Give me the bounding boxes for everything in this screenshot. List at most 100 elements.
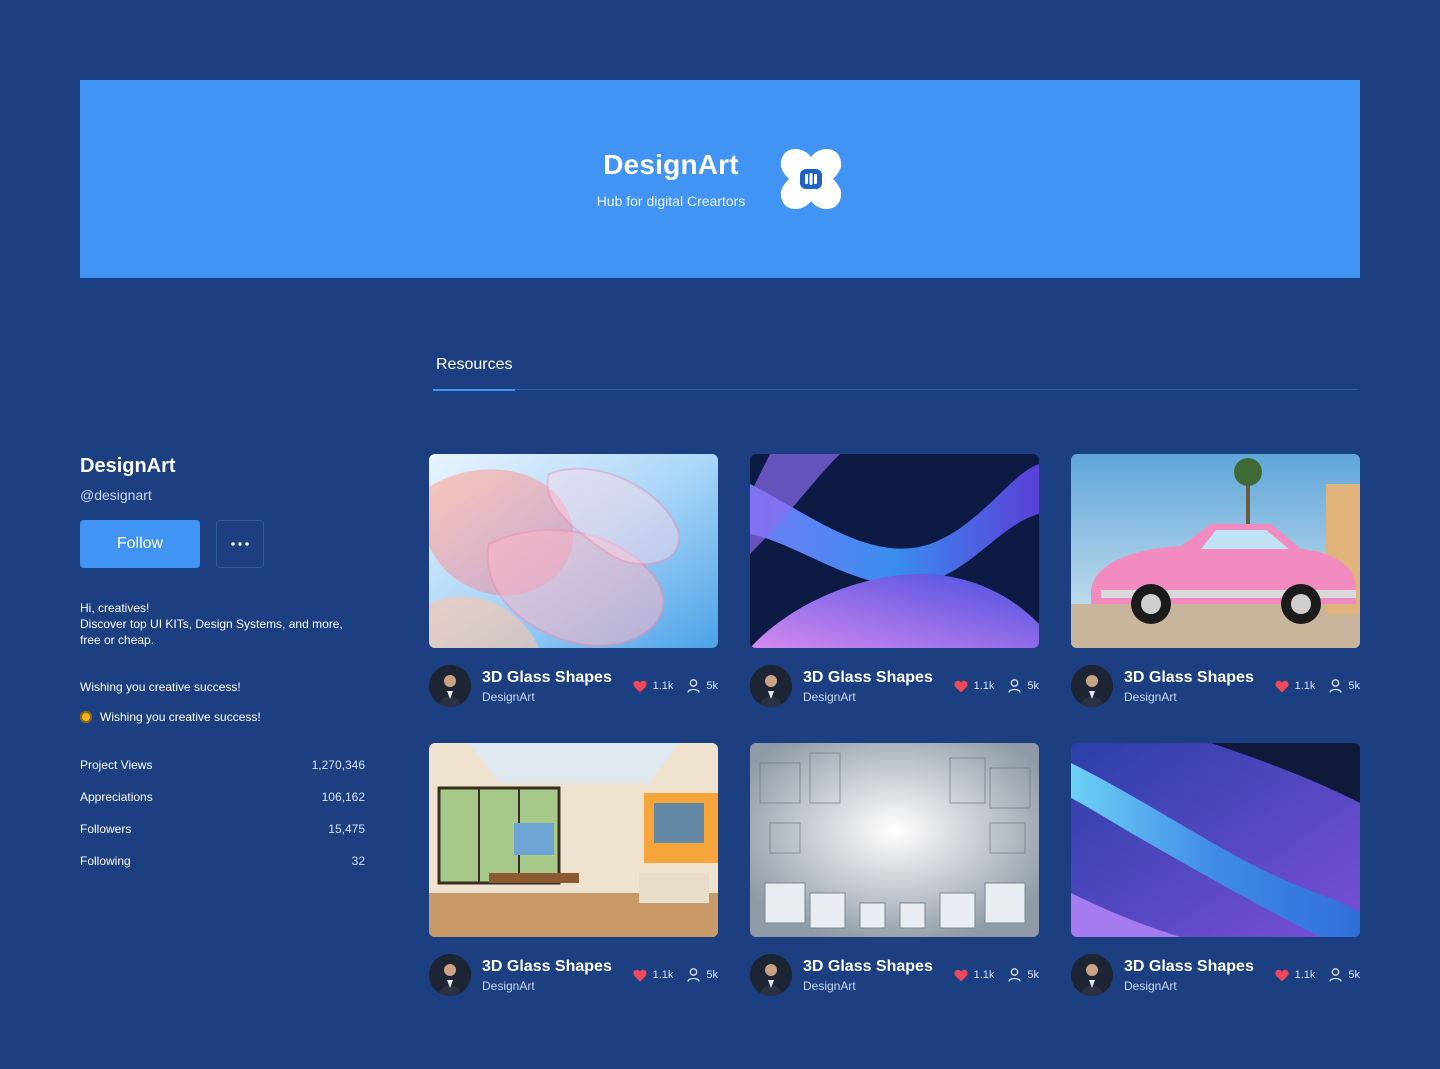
likes-count: 1.1k: [973, 969, 995, 981]
card-author[interactable]: DesignArt: [482, 690, 633, 704]
more-options-button[interactable]: [216, 520, 264, 568]
banner-title: DesignArt: [603, 149, 739, 180]
card-thumbnail-pink-car[interactable]: [1071, 454, 1360, 648]
profile-bio: Hi, creatives! Discover top UI KITs, Des…: [80, 600, 365, 648]
profile-name: DesignArt: [80, 455, 176, 477]
views-count: 5k: [1027, 680, 1039, 692]
resource-card[interactable]: 3D Glass Shapes DesignArt 1.1k 5k: [429, 743, 718, 996]
stat-label: Appreciations: [80, 790, 153, 804]
user-icon: [1008, 968, 1022, 982]
views-count: 5k: [706, 680, 718, 692]
sunflower-icon: [80, 711, 92, 723]
heart-icon[interactable]: [633, 969, 647, 982]
likes-count: 1.1k: [973, 680, 995, 692]
tab-bar: Resources: [433, 352, 1358, 391]
resource-card[interactable]: 3D Glass Shapes DesignArt 1.1k 5k: [429, 454, 718, 707]
stat-value: 106,162: [321, 790, 365, 804]
heart-icon[interactable]: [1275, 680, 1289, 693]
card-meta: 3D Glass Shapes DesignArt 1.1k 5k: [429, 954, 718, 996]
follow-button[interactable]: Follow: [80, 520, 200, 568]
card-counts: 1.1k 5k: [1275, 679, 1360, 693]
card-thumbnail-blue-ribbon[interactable]: [1071, 743, 1360, 937]
views-count: 5k: [1027, 969, 1039, 981]
card-author[interactable]: DesignArt: [1124, 979, 1275, 993]
card-title[interactable]: 3D Glass Shapes: [482, 958, 633, 976]
card-meta: 3D Glass Shapes DesignArt 1.1k 5k: [429, 665, 718, 707]
views-count: 5k: [1348, 680, 1360, 692]
wish-text: Wishing you creative success!: [100, 710, 261, 724]
views-count: 5k: [1348, 969, 1360, 981]
card-author[interactable]: DesignArt: [803, 979, 954, 993]
card-counts: 1.1k 5k: [954, 968, 1039, 982]
likes-count: 1.1k: [1294, 969, 1316, 981]
stat-value: 15,475: [328, 822, 365, 836]
profile-banner: DesignArt Hub for digital Creartors: [80, 80, 1360, 278]
avatar[interactable]: [750, 665, 792, 707]
card-thumbnail-glass-shapes[interactable]: [429, 454, 718, 648]
profile-sidebar: DesignArt @designart Follow Hi, creative…: [80, 455, 365, 886]
stat-label: Project Views: [80, 758, 153, 772]
user-icon: [687, 679, 701, 693]
heart-icon[interactable]: [633, 680, 647, 693]
stat-value: 1,270,346: [311, 758, 365, 772]
card-meta: 3D Glass Shapes DesignArt 1.1k 5k: [750, 954, 1039, 996]
card-title[interactable]: 3D Glass Shapes: [1124, 958, 1275, 976]
stat-row: Project Views 1,270,346: [80, 758, 365, 790]
bio-line: Discover top UI KITs, Design Systems, an…: [80, 617, 343, 631]
card-meta: 3D Glass Shapes DesignArt 1.1k 5k: [1071, 954, 1360, 996]
stat-label: Following: [80, 854, 131, 868]
stat-label: Followers: [80, 822, 132, 836]
card-title[interactable]: 3D Glass Shapes: [1124, 669, 1275, 687]
profile-handle: @designart: [80, 487, 152, 503]
stat-row: Following 32: [80, 854, 365, 886]
user-icon: [1329, 679, 1343, 693]
user-icon: [1329, 968, 1343, 982]
banner-subtitle: Hub for digital Creartors: [596, 193, 746, 209]
card-counts: 1.1k 5k: [633, 679, 718, 693]
avatar[interactable]: [1071, 665, 1113, 707]
card-title[interactable]: 3D Glass Shapes: [803, 958, 954, 976]
heart-icon[interactable]: [1275, 969, 1289, 982]
views-count: 5k: [706, 969, 718, 981]
card-thumbnail-art-studio[interactable]: [429, 743, 718, 937]
profile-actions: Follow: [80, 520, 365, 568]
card-title[interactable]: 3D Glass Shapes: [482, 669, 633, 687]
designart-logo-icon: [781, 148, 842, 210]
card-meta: 3D Glass Shapes DesignArt 1.1k 5k: [750, 665, 1039, 707]
profile-stats: Project Views 1,270,346 Appreciations 10…: [80, 758, 365, 886]
likes-count: 1.1k: [652, 969, 674, 981]
resource-card[interactable]: 3D Glass Shapes DesignArt 1.1k 5k: [750, 743, 1039, 996]
bio-line: Hi, creatives!: [80, 601, 150, 615]
user-icon: [1008, 679, 1022, 693]
avatar[interactable]: [750, 954, 792, 996]
stat-value: 32: [351, 854, 365, 868]
profile-wish: Wishing you creative success!: [80, 680, 241, 694]
resources-grid: 3D Glass Shapes DesignArt 1.1k 5k 3D Gla…: [429, 454, 1360, 996]
card-counts: 1.1k 5k: [633, 968, 718, 982]
likes-count: 1.1k: [1294, 680, 1316, 692]
likes-count: 1.1k: [652, 680, 674, 692]
card-author[interactable]: DesignArt: [803, 690, 954, 704]
resource-card[interactable]: 3D Glass Shapes DesignArt 1.1k 5k: [750, 454, 1039, 707]
avatar[interactable]: [1071, 954, 1113, 996]
avatar[interactable]: [429, 954, 471, 996]
stat-row: Followers 15,475: [80, 822, 365, 854]
resource-card[interactable]: 3D Glass Shapes DesignArt 1.1k 5k: [1071, 454, 1360, 707]
resource-card[interactable]: 3D Glass Shapes DesignArt 1.1k 5k: [1071, 743, 1360, 996]
card-counts: 1.1k 5k: [1275, 968, 1360, 982]
card-author[interactable]: DesignArt: [482, 979, 633, 993]
card-author[interactable]: DesignArt: [1124, 690, 1275, 704]
card-title[interactable]: 3D Glass Shapes: [803, 669, 954, 687]
profile-wish-with-icon: Wishing you creative success!: [80, 710, 365, 724]
card-meta: 3D Glass Shapes DesignArt 1.1k 5k: [1071, 665, 1360, 707]
card-thumbnail-blue-waves[interactable]: [750, 454, 1039, 648]
heart-icon[interactable]: [954, 969, 968, 982]
heart-icon[interactable]: [954, 680, 968, 693]
stat-row: Appreciations 106,162: [80, 790, 365, 822]
more-dots-icon: [231, 542, 249, 546]
card-thumbnail-white-cubes[interactable]: [750, 743, 1039, 937]
avatar[interactable]: [429, 665, 471, 707]
bio-line: free or cheap.: [80, 633, 155, 647]
tab-resources[interactable]: Resources: [433, 352, 516, 391]
card-counts: 1.1k 5k: [954, 679, 1039, 693]
